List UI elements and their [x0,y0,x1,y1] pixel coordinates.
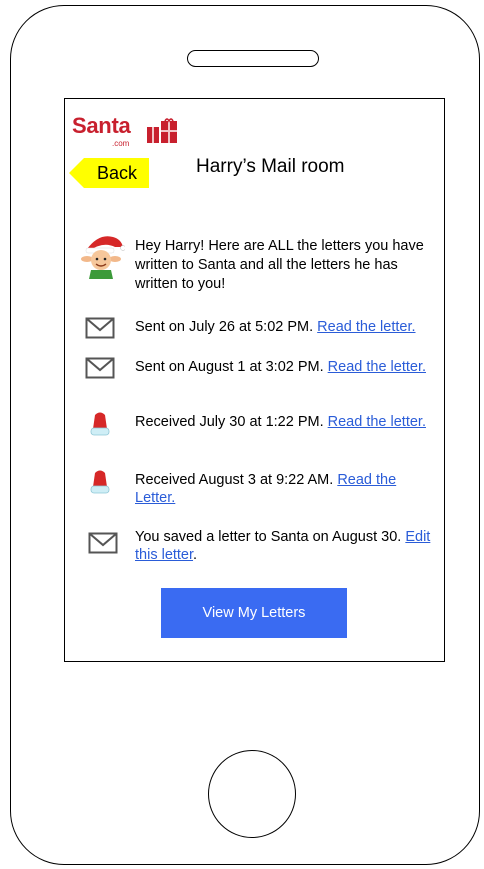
view-my-letters-button[interactable]: View My Letters [161,588,347,638]
letter-item-text: Sent on July 26 at 5:02 PM. Read the let… [135,318,440,336]
envelope-icon [85,317,115,339]
letter-item-text: Sent on August 1 at 3:02 PM. Read the le… [135,358,440,376]
letter-item-label: Received July 30 at 1:22 PM. [135,414,328,430]
app-screen: Santa .com Back Harry’s Mail room Hey Ha… [64,98,445,662]
elf-avatar-icon [81,236,125,279]
logo-subtext: .com [112,139,130,148]
back-label: Back [97,163,138,183]
letter-item-text: Received July 30 at 1:22 PM. Read the le… [135,413,440,431]
letter-item-label: Sent on July 26 at 5:02 PM. [135,319,318,335]
back-button[interactable]: Back [69,158,149,188]
letter-item-suffix: . [193,547,198,563]
gift-icon [147,118,177,143]
letter-item-label: You saved a letter to Santa on August 30… [135,529,406,545]
letter-item-text: Received August 3 at 9:22 AM. Read the L… [135,471,440,507]
santa-hat-icon [90,470,110,494]
letter-item-text: You saved a letter to Santa on August 30… [135,528,440,564]
envelope-icon [88,532,118,554]
santa-hat-icon [90,412,110,436]
logo-text: Santa [72,113,131,138]
intro-text: Hey Harry! Here are ALL the letters you … [135,238,424,292]
phone-speaker [187,50,319,67]
home-button[interactable] [208,750,296,838]
santa-logo[interactable]: Santa .com [72,113,192,153]
read-letter-link[interactable]: Read the letter. [317,319,415,335]
page-title: Harry’s Mail room [196,156,345,177]
envelope-icon [85,357,115,379]
letter-item-label: Sent on August 1 at 3:02 PM. [135,359,328,375]
read-letter-link[interactable]: Read the letter. [328,414,426,430]
read-letter-link[interactable]: Read the letter. [328,359,426,375]
letter-item-label: Received August 3 at 9:22 AM. [135,472,338,488]
